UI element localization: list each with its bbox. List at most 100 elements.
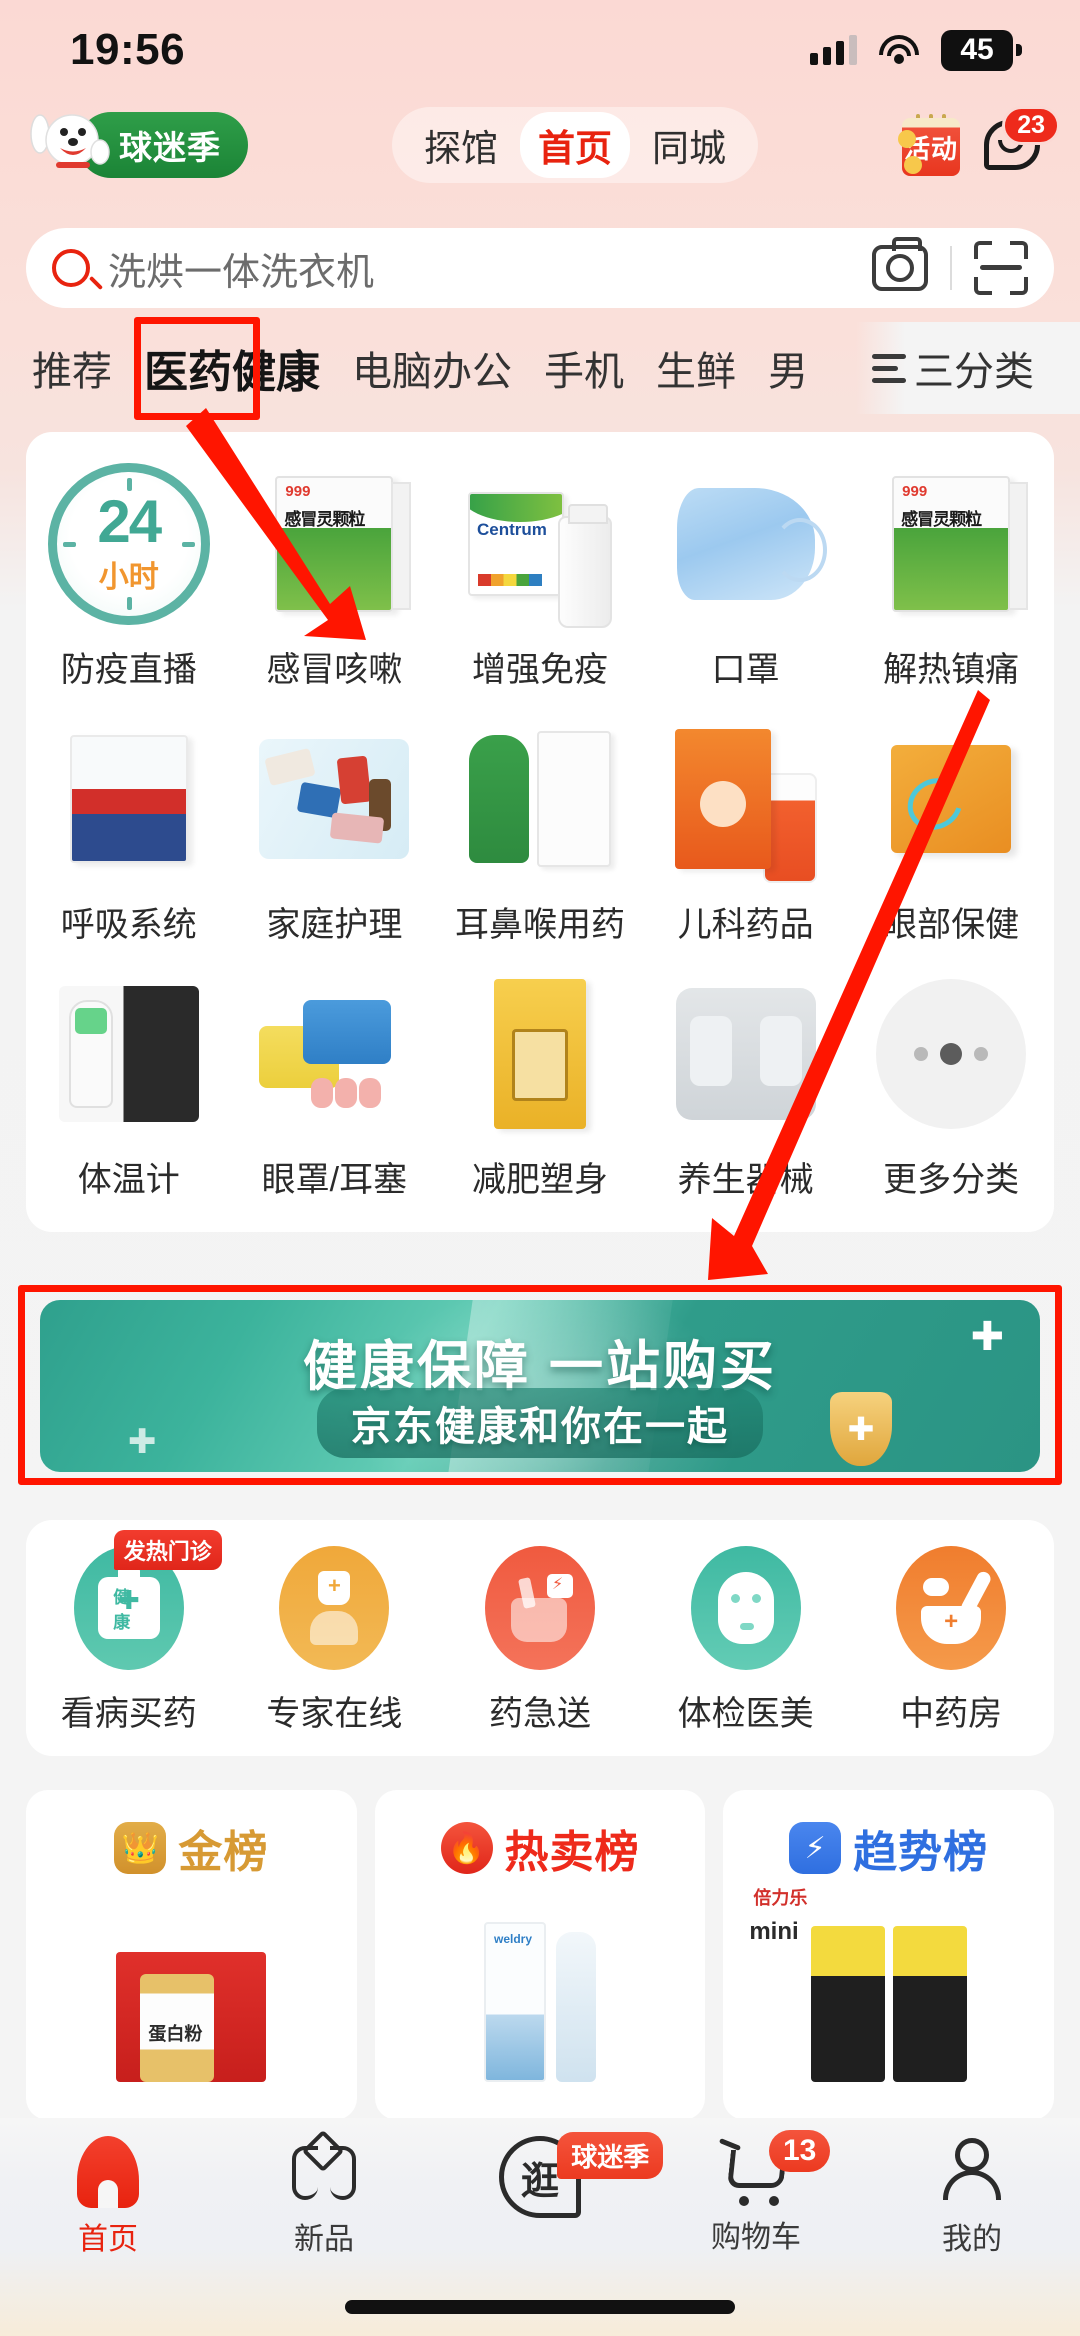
- rank-card-product-image: [116, 1902, 267, 2082]
- signal-bars-icon: [810, 35, 857, 65]
- category-tab-4[interactable]: 生鲜: [640, 339, 752, 397]
- rank-card-header: 👑 金榜: [114, 1816, 268, 1880]
- bottom-tab-new[interactable]: 新品: [216, 2129, 432, 2258]
- grid-item-jierezhentong[interactable]: 解热镇痛: [848, 460, 1054, 715]
- category-tab-5[interactable]: 男: [752, 339, 810, 397]
- nasal-spray-icon: [468, 735, 529, 863]
- service-item-yaojisong[interactable]: 药急送: [437, 1546, 643, 1735]
- camera-icon[interactable]: [872, 237, 928, 291]
- service-item-label: 专家在线: [266, 1695, 403, 1733]
- bottom-tab-cart[interactable]: 13 购物车: [648, 2130, 864, 2256]
- service-item-zhongyaofang[interactable]: 中药房: [848, 1546, 1054, 1735]
- surgical-mask-icon: [676, 488, 827, 600]
- bottom-tab-discover[interactable]: 逛 球迷季: [432, 2132, 664, 2218]
- grid-item-image: [867, 970, 1035, 1138]
- rank-card-jinbang[interactable]: 👑 金榜: [26, 1790, 357, 2120]
- thermometer-icon: [58, 986, 199, 1122]
- bottom-tab-home[interactable]: 首页: [0, 2136, 216, 2258]
- grid-item-zengqiangmianyi[interactable]: 增强免疫: [437, 460, 643, 715]
- grid-item-jianfeisushen[interactable]: 减肥塑身: [437, 970, 643, 1225]
- grid-item-image: [662, 715, 830, 883]
- brand-logo[interactable]: 球迷季: [26, 112, 248, 178]
- service-item-label: 体检医美: [677, 1695, 814, 1733]
- grid-item-label: 体温计: [77, 1161, 180, 1199]
- header-tab-2[interactable]: 同城: [634, 112, 744, 178]
- phone-screen: 19:56 45 球迷季 探馆 首页 同城 活动 23 洗烘一体洗衣机 推荐 医…: [0, 0, 1080, 2336]
- health-promo-banner[interactable]: 健康保障 一站购买 京东健康和你在一起 ✚ ✚ ✚: [40, 1300, 1040, 1472]
- grid-item-erkeyaopin[interactable]: 儿科药品: [643, 715, 849, 970]
- health-bag-icon: ✚ 健康 发热门诊: [73, 1530, 222, 1670]
- rank-card-remaibang[interactable]: 🔥 热卖榜: [374, 1790, 706, 2120]
- promo-banner-wrapper: 健康保障 一站购买 京东健康和你在一起 ✚ ✚ ✚: [26, 1276, 1054, 1490]
- hamburger-menu-icon: [872, 353, 906, 383]
- grid-item-image: [662, 460, 830, 628]
- service-item-label: 中药房: [900, 1695, 1003, 1733]
- battery-tip: [1016, 44, 1022, 56]
- category-tab-0[interactable]: 推荐: [16, 339, 128, 397]
- rank-card-title: 热卖榜: [504, 1828, 640, 1877]
- flame-badge-icon: 🔥: [440, 1822, 493, 1874]
- banner-subheadline: 京东健康和你在一起: [351, 1405, 729, 1449]
- search-bar[interactable]: 洗烘一体洗衣机: [26, 228, 1054, 308]
- user-profile-icon: [940, 2136, 1004, 2208]
- face-mask-icon: [690, 1546, 801, 1670]
- grid-row-1: 24小时 防疫直播 感冒咳嗽 增强免疫: [26, 460, 1054, 715]
- search-input[interactable]: 洗烘一体洗衣机: [108, 241, 872, 296]
- message-bubble-icon[interactable]: 23: [984, 106, 1060, 176]
- grid-item-label: 更多分类: [883, 1161, 1020, 1199]
- gold-shield-icon: ✚: [830, 1392, 892, 1466]
- header-nav-tabs: 探馆 首页 同城: [248, 107, 902, 183]
- category-tab-1[interactable]: 医药健康: [128, 336, 336, 404]
- category-icon-grid: 24小时 防疫直播 感冒咳嗽 增强免疫: [26, 432, 1054, 1232]
- bottom-tab-label: 购物车: [711, 2221, 801, 2254]
- banner-subheadline-pill: 京东健康和你在一起: [317, 1388, 763, 1458]
- service-item-label: 看病买药: [60, 1695, 197, 1733]
- eye-care-box-icon: [891, 745, 1012, 853]
- grid-item-huxixitong[interactable]: 呼吸系统: [26, 715, 232, 970]
- medical-cross-icon: ✚: [970, 1315, 1004, 1359]
- battery-level-text: 45: [941, 29, 1013, 71]
- grid-item-kouzhao[interactable]: 口罩: [643, 460, 849, 715]
- earplug-pack-icon: [259, 996, 409, 1112]
- grid-item-yanzhaoerse[interactable]: 眼罩/耳塞: [232, 970, 438, 1225]
- home-care-kit-icon: [259, 739, 410, 859]
- rank-card-title: 趋势榜: [853, 1828, 989, 1877]
- grid-item-erbihouyongyao[interactable]: 耳鼻喉用药: [437, 715, 643, 970]
- jd-dog-mascot-icon: [30, 114, 110, 168]
- category-tab-3[interactable]: 手机: [528, 339, 640, 397]
- centrum-box-icon: [467, 492, 564, 596]
- grid-item-image: [250, 460, 418, 628]
- rank-card-qushibang[interactable]: ⚡ 趋势榜 倍力乐 mini: [723, 1790, 1055, 2120]
- app-header: 球迷季 探馆 首页 同城 活动 23: [0, 100, 1080, 190]
- category-tab-2[interactable]: 电脑办公: [336, 339, 528, 397]
- service-item-tijianyimei[interactable]: 体检医美: [643, 1546, 849, 1735]
- header-tab-0[interactable]: 探馆: [406, 112, 516, 178]
- grid-item-label: 解热镇痛: [883, 651, 1020, 689]
- grid-item-yangshengqixie[interactable]: 养生器械: [643, 970, 849, 1225]
- grid-item-fangyizhibo[interactable]: 24 小时 防疫直播: [26, 460, 232, 715]
- doctor-icon: [279, 1546, 390, 1670]
- wifi-icon: [879, 35, 919, 65]
- service-item-zhuanjiazaixian[interactable]: 专家在线: [232, 1546, 438, 1735]
- grid-item-image: 24 小时: [45, 460, 213, 628]
- bottom-tab-profile[interactable]: 我的: [864, 2136, 1080, 2258]
- rank-card-product-image: 倍力乐 mini: [747, 1882, 967, 2082]
- header-tab-1[interactable]: 首页: [520, 112, 630, 178]
- grid-item-label: 口罩: [711, 651, 780, 689]
- grid-item-jiatinghuli[interactable]: 家庭护理: [232, 715, 438, 970]
- grid-item-label: 养生器械: [677, 1161, 814, 1199]
- new-products-icon: [292, 2129, 356, 2208]
- service-item-label: 药急送: [488, 1695, 591, 1733]
- activity-calendar-icon[interactable]: 活动: [898, 114, 960, 176]
- category-menu-button[interactable]: 三分类: [856, 322, 1080, 414]
- product-mini-label: mini: [749, 1918, 799, 1945]
- grid-item-ganmaokesou[interactable]: 感冒咳嗽: [232, 460, 438, 715]
- grid-item-label: 眼部保健: [883, 906, 1020, 944]
- clock-24h-icon: 24 小时: [47, 463, 210, 625]
- grid-item-gengduofenlei[interactable]: 更多分类: [848, 970, 1054, 1225]
- grid-item-tiwenji[interactable]: 体温计: [26, 970, 232, 1225]
- scan-barcode-icon[interactable]: [974, 241, 1028, 295]
- more-categories-icon: [876, 979, 1027, 1129]
- service-item-kanbingmaiyao[interactable]: ✚ 健康 发热门诊 看病买药: [26, 1530, 232, 1735]
- grid-item-yanbubaojian[interactable]: 眼部保健: [848, 715, 1054, 970]
